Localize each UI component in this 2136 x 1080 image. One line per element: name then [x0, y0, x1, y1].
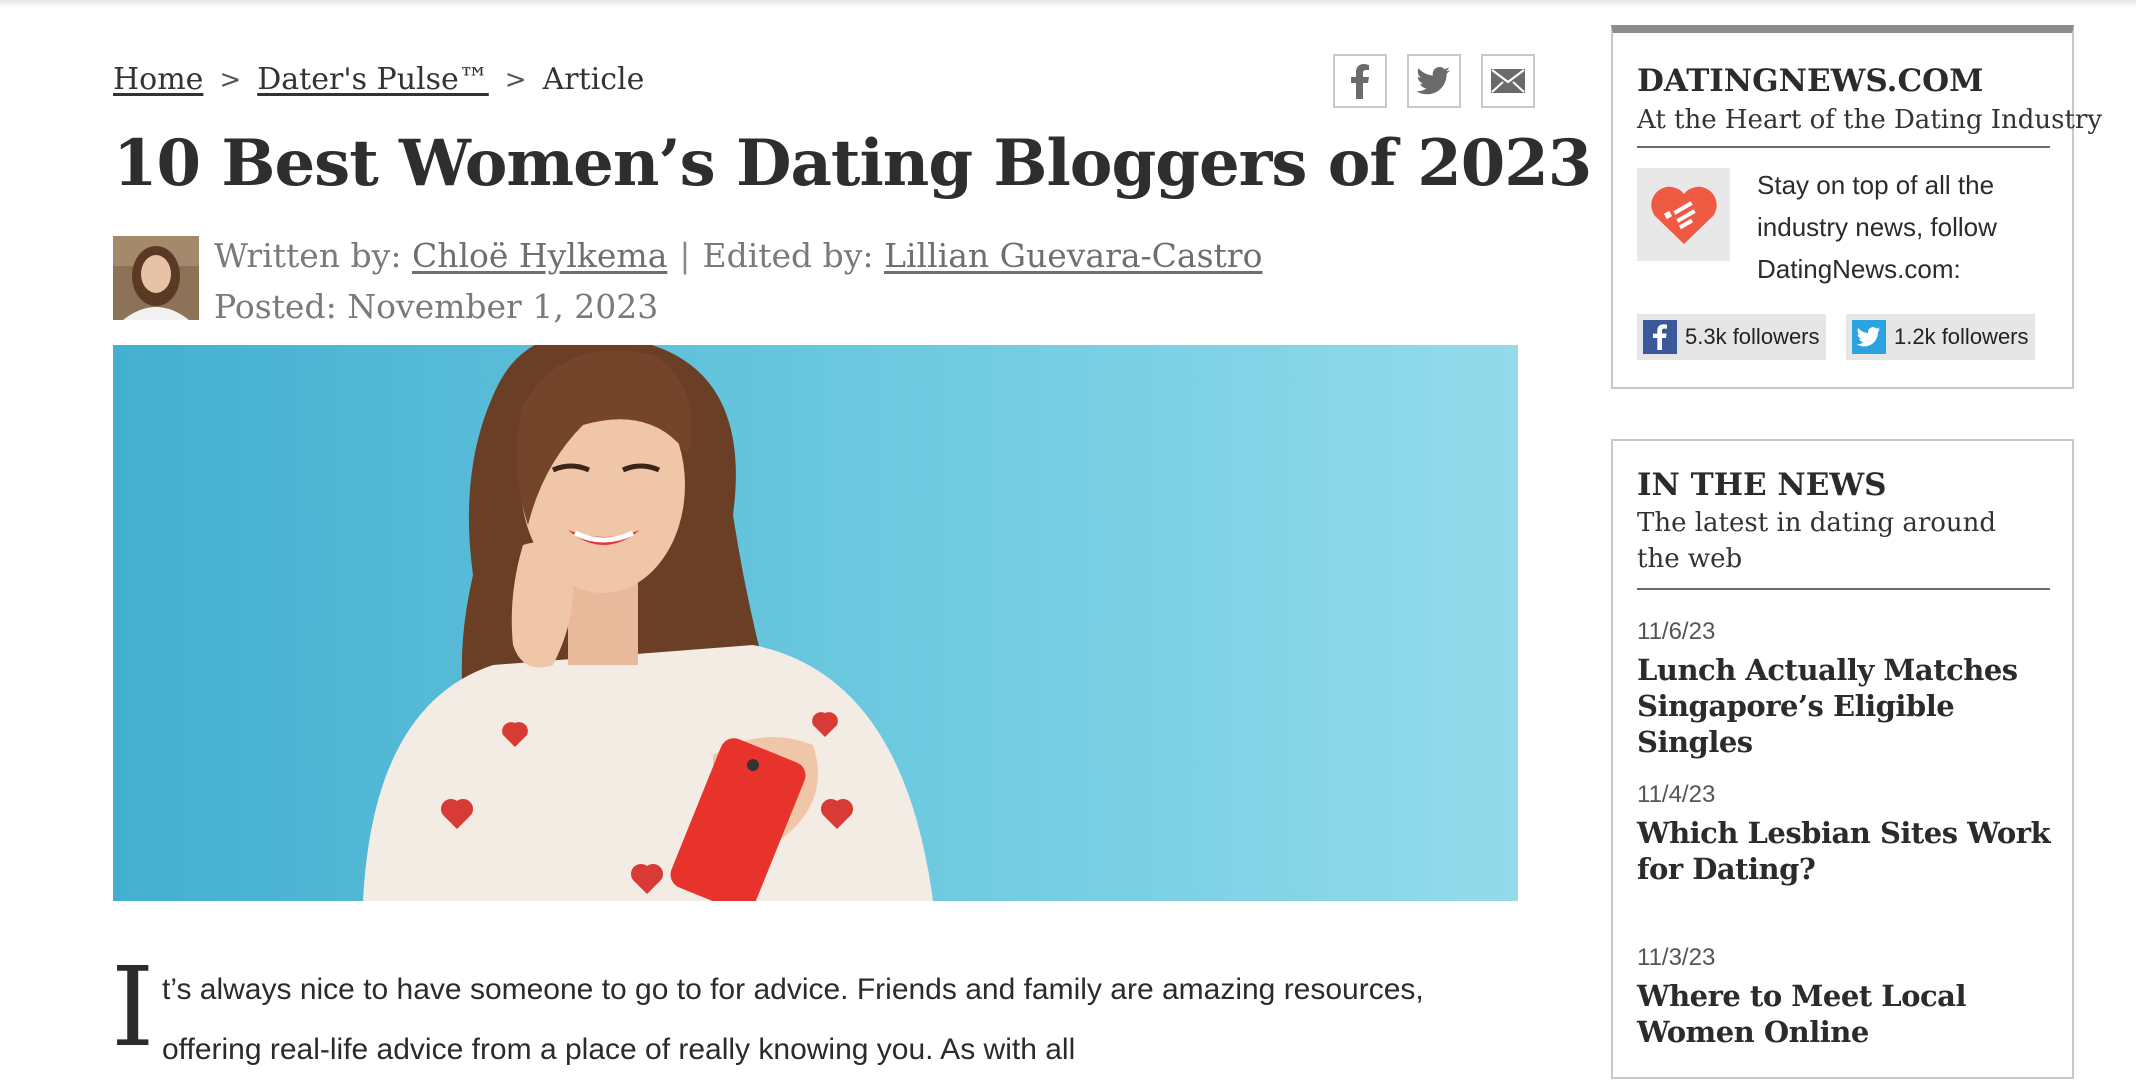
- breadcrumb-separator: >: [504, 64, 527, 95]
- news-headline-link[interactable]: Lunch Actually Matches Singapore’s Eligi…: [1637, 652, 2057, 760]
- facebook-icon: [1351, 64, 1369, 99]
- edited-by-label: Edited by:: [702, 236, 874, 275]
- news-date: 11/3/23: [1637, 944, 1716, 971]
- twitter-follow-button[interactable]: 1.2k followers: [1846, 314, 2035, 360]
- news-subheading: The latest in dating around the web: [1637, 508, 1997, 574]
- author-portrait-image: [113, 236, 199, 320]
- drop-cap: I: [111, 943, 155, 1071]
- facebook-followers-count: 5.3k followers: [1685, 324, 1820, 349]
- facebook-icon: [1643, 320, 1677, 354]
- hero-image: [113, 345, 1518, 901]
- news-headline-link[interactable]: Where to Meet Local Women Online: [1637, 978, 2057, 1050]
- share-buttons: [1333, 54, 1535, 108]
- breadcrumb-home-link[interactable]: Home: [113, 62, 203, 97]
- breadcrumb-current: Article: [542, 62, 645, 97]
- in-the-news-widget: IN THE NEWS The latest in dating around …: [1611, 439, 2074, 1079]
- divider: [1637, 588, 2050, 590]
- news-headline-link[interactable]: Which Lesbian Sites Work for Dating?: [1637, 815, 2057, 887]
- twitter-followers-count: 1.2k followers: [1894, 324, 2029, 349]
- datingnews-follow-widget: DATINGNEWS.COM At the Heart of the Datin…: [1611, 25, 2102, 389]
- woman-with-phone-illustration: [113, 345, 1518, 901]
- editor-link[interactable]: Lillian Guevara-Castro: [884, 236, 1262, 275]
- news-heading: IN THE NEWS: [1637, 467, 1887, 503]
- news-item: 11/6/23 Lunch Actually Matches Singapore…: [1637, 618, 2057, 760]
- top-shadow: [0, 0, 2136, 8]
- news-date: 11/6/23: [1637, 618, 1716, 645]
- author-link[interactable]: Chloë Hylkema: [412, 236, 667, 275]
- posted-date: Posted: November 1, 2023: [214, 287, 659, 326]
- written-by-label: Written by:: [214, 236, 402, 275]
- divider: [1637, 146, 2050, 148]
- facebook-follow-button[interactable]: 5.3k followers: [1637, 314, 1826, 360]
- article-title: 10 Best Women’s Dating Bloggers of 2023: [113, 126, 1592, 201]
- twitter-icon: [1417, 67, 1450, 95]
- twitter-icon: [1852, 320, 1886, 354]
- breadcrumb: Home > Dater's Pulse™ > Article: [113, 62, 644, 97]
- share-twitter-button[interactable]: [1407, 54, 1461, 108]
- breadcrumb-section-link[interactable]: Dater's Pulse™: [257, 62, 489, 97]
- article-byline: Written by: Chloë Hylkema | Edited by: Lil…: [214, 236, 1262, 276]
- author-avatar[interactable]: [113, 236, 199, 320]
- email-icon: [1491, 69, 1525, 93]
- byline-divider: |: [679, 236, 691, 275]
- follow-prompt: Stay on top of all the industry news, fo…: [1757, 170, 1997, 284]
- news-item: 11/4/23 Which Lesbian Sites Work for Dat…: [1637, 781, 2057, 887]
- brand-tagline: At the Heart of the Dating Industry: [1637, 105, 2103, 135]
- news-date: 11/4/23: [1637, 781, 1716, 808]
- datingnews-logo: [1637, 168, 1730, 261]
- breadcrumb-separator: >: [219, 64, 242, 95]
- share-email-button[interactable]: [1481, 54, 1535, 108]
- article-intro-paragraph: t’s always nice to have someone to go to…: [162, 973, 1424, 1066]
- news-item: 11/3/23 Where to Meet Local Women Online: [1637, 944, 2057, 1050]
- heart-logo-icon: [1650, 186, 1717, 244]
- share-facebook-button[interactable]: [1333, 54, 1387, 108]
- brand-name[interactable]: DATINGNEWS.COM: [1637, 63, 1983, 99]
